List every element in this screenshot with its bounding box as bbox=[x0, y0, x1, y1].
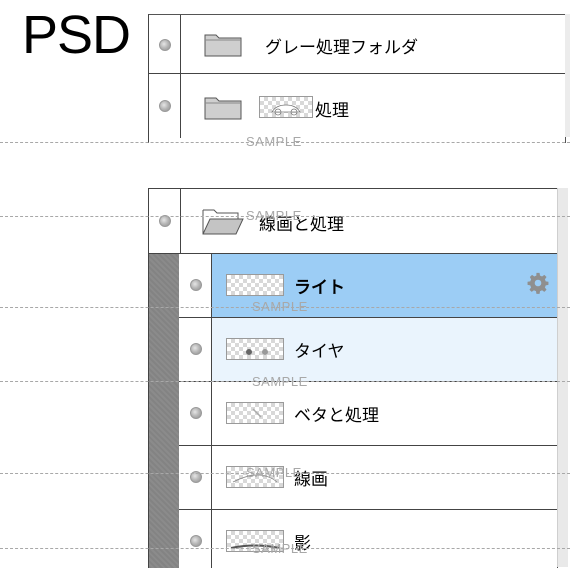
visibility-dot-icon bbox=[159, 100, 171, 112]
layer-thumbnail bbox=[226, 466, 284, 488]
layer-name: ベタと処理 bbox=[294, 406, 379, 426]
layer-row-shadow[interactable]: 影 bbox=[179, 510, 557, 568]
scrollbar-top[interactable] bbox=[565, 14, 570, 137]
layer-row-light[interactable]: ライト bbox=[179, 254, 557, 318]
gear-icon[interactable] bbox=[527, 272, 549, 294]
layer-thumbnail bbox=[226, 402, 284, 424]
layer-name: タイヤ bbox=[294, 342, 345, 362]
visibility-dot-icon bbox=[159, 215, 171, 227]
psd-label: PSD bbox=[22, 5, 131, 65]
layer-name: グレー処理フォルダ bbox=[265, 38, 418, 58]
folder-open-icon bbox=[202, 207, 244, 235]
layer-name: ライト bbox=[294, 278, 345, 298]
layer-row-lineart[interactable]: 線画 bbox=[179, 446, 557, 510]
folder-closed-icon bbox=[204, 31, 242, 57]
layer-thumbnail bbox=[259, 96, 313, 118]
visibility-toggle[interactable] bbox=[149, 189, 181, 253]
visibility-dot-icon bbox=[190, 279, 202, 291]
layer-thumbnail bbox=[226, 530, 284, 552]
visibility-toggle[interactable] bbox=[179, 382, 212, 445]
visibility-toggle[interactable] bbox=[179, 254, 212, 317]
group-indent-strip bbox=[149, 254, 179, 568]
scrollbar[interactable] bbox=[557, 188, 568, 567]
visibility-toggle[interactable] bbox=[179, 510, 212, 568]
panel-edge bbox=[148, 137, 566, 143]
visibility-toggle[interactable] bbox=[179, 318, 212, 381]
layer-row-process-folder[interactable]: 処理 bbox=[149, 74, 565, 138]
visibility-toggle[interactable] bbox=[179, 446, 212, 509]
visibility-dot-icon bbox=[190, 471, 202, 483]
layer-thumbnail bbox=[226, 338, 284, 360]
group-name: 線画と処理 bbox=[259, 215, 344, 235]
layer-panel-top: グレー処理フォルダ 処理 bbox=[148, 14, 566, 138]
visibility-toggle[interactable] bbox=[149, 74, 181, 138]
visibility-toggle[interactable] bbox=[149, 15, 181, 73]
layer-row-gray-folder[interactable]: グレー処理フォルダ bbox=[149, 15, 565, 74]
visibility-dot-icon bbox=[190, 407, 202, 419]
layer-row-tire[interactable]: タイヤ bbox=[179, 318, 557, 382]
visibility-dot-icon bbox=[190, 535, 202, 547]
layer-name: 線画 bbox=[294, 470, 328, 490]
layer-name: 影 bbox=[294, 534, 311, 554]
visibility-dot-icon bbox=[190, 343, 202, 355]
layer-name: 処理 bbox=[315, 101, 349, 121]
layer-thumbnail bbox=[226, 274, 284, 296]
group-row-lineart[interactable]: 線画と処理 bbox=[149, 189, 557, 254]
layer-row-fill[interactable]: ベタと処理 bbox=[179, 382, 557, 446]
layer-panel-bottom: 線画と処理 ライト タイヤ ベタと処理 線画 影 bbox=[148, 188, 558, 568]
visibility-dot-icon bbox=[159, 39, 171, 51]
folder-closed-icon bbox=[204, 94, 242, 120]
